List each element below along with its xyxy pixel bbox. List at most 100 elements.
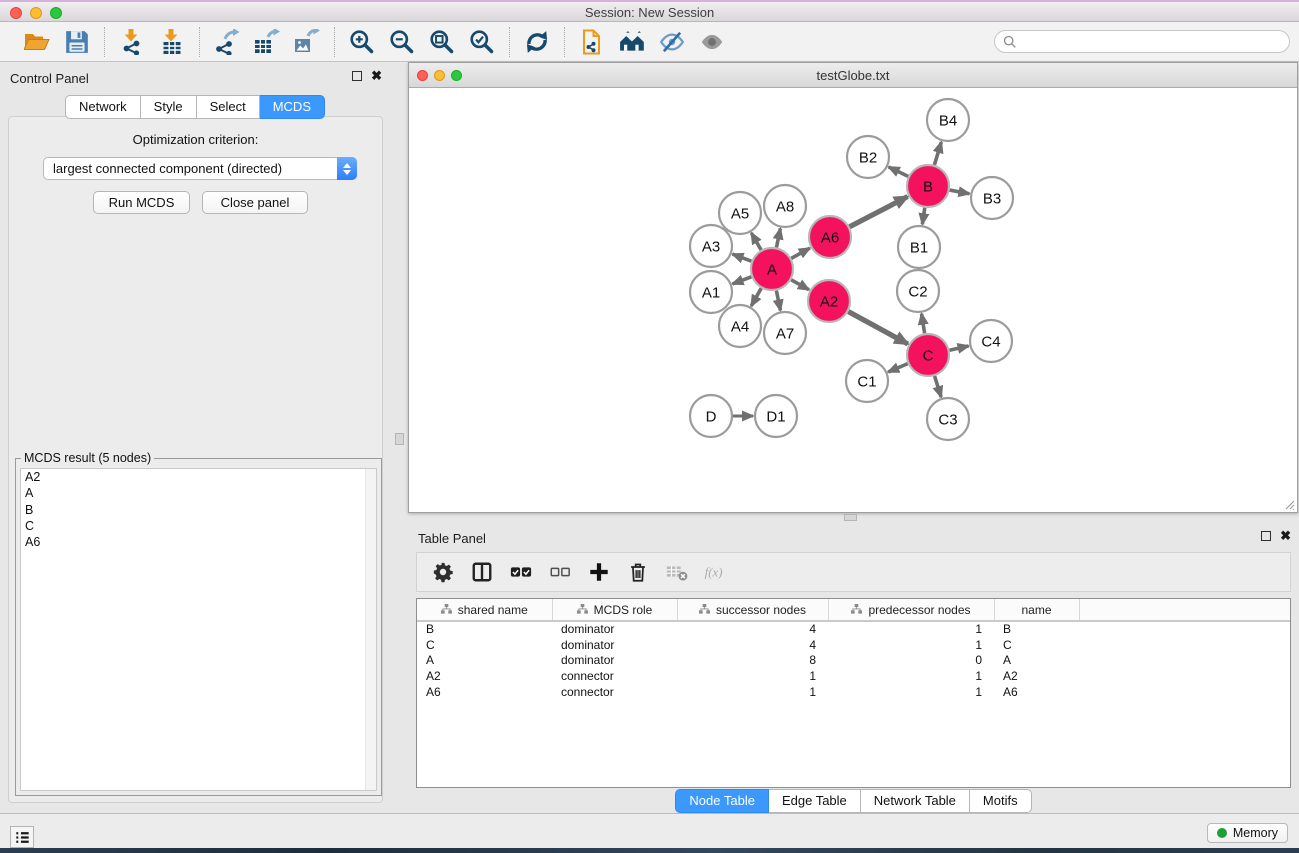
delete-column-icon[interactable]	[626, 561, 649, 584]
column-header-successor-nodes[interactable]: successor nodes	[677, 599, 828, 621]
resize-grip-icon[interactable]	[1283, 498, 1295, 510]
edge-A2-C[interactable]	[848, 312, 907, 344]
node-A1[interactable]: A1	[690, 271, 732, 313]
split-columns-icon[interactable]	[470, 561, 493, 584]
node-D[interactable]: D	[690, 395, 732, 437]
node-A2[interactable]: A2	[808, 280, 850, 322]
column-header-MCDS-role[interactable]: MCDS role	[552, 599, 677, 621]
node-C[interactable]: C	[907, 334, 949, 376]
node-A3[interactable]: A3	[690, 225, 732, 267]
node-B4[interactable]: B4	[927, 99, 969, 141]
edge-A-A7[interactable]	[776, 291, 780, 311]
memory-button[interactable]: Memory	[1207, 823, 1288, 843]
edge-A6-B[interactable]	[850, 197, 908, 227]
delete-table-icon[interactable]	[665, 561, 688, 584]
result-item[interactable]: A2	[21, 469, 376, 485]
scrollbar-track[interactable]	[365, 469, 376, 790]
column-header-predecessor-nodes[interactable]: predecessor nodes	[828, 599, 994, 621]
document-share-icon[interactable]	[577, 27, 607, 57]
import-table-icon[interactable]	[157, 27, 187, 57]
tab-style[interactable]: Style	[141, 95, 197, 119]
node-table[interactable]: shared nameMCDS rolesuccessor nodesprede…	[416, 598, 1291, 788]
edge-A-A8[interactable]	[776, 229, 780, 248]
tab-network[interactable]: Network	[65, 95, 141, 119]
save-icon[interactable]	[62, 27, 92, 57]
result-item[interactable]: A6	[21, 534, 376, 550]
close-table-panel-icon[interactable]: ✖	[1280, 531, 1291, 541]
edge-A-A5[interactable]	[751, 233, 761, 250]
import-network-icon[interactable]	[117, 27, 147, 57]
close-panel-icon[interactable]: ✖	[371, 71, 382, 81]
column-header-shared-name[interactable]: shared name	[417, 599, 552, 621]
mcds-result-list[interactable]: A2ABCA6	[20, 468, 377, 791]
edge-B-B1[interactable]	[922, 208, 924, 224]
edge-C-C3[interactable]	[935, 376, 942, 397]
edge-A-A4[interactable]	[751, 288, 761, 306]
tab-network-table[interactable]: Network Table	[861, 789, 970, 813]
open-folder-icon[interactable]	[22, 27, 52, 57]
tab-edge-table[interactable]: Edge Table	[769, 789, 861, 813]
zoom-out-icon[interactable]	[387, 27, 417, 57]
node-C1[interactable]: C1	[846, 360, 888, 402]
node-A5[interactable]: A5	[719, 192, 761, 234]
task-history-button[interactable]	[10, 826, 34, 848]
node-D1[interactable]: D1	[755, 395, 797, 437]
edge-A-A6[interactable]	[791, 248, 810, 258]
criterion-dropdown[interactable]: largest connected component (directed)	[43, 157, 357, 180]
edge-A-A2[interactable]	[791, 280, 809, 290]
edge-C-C4[interactable]	[949, 346, 968, 350]
export-image-icon[interactable]	[292, 27, 322, 57]
export-table-icon[interactable]	[252, 27, 282, 57]
zoom-fit-icon[interactable]	[427, 27, 457, 57]
node-A6[interactable]: A6	[809, 216, 851, 258]
gear-icon[interactable]	[431, 561, 454, 584]
close-panel-button[interactable]: Close panel	[202, 191, 308, 214]
export-network-icon[interactable]	[212, 27, 242, 57]
edge-A-A3[interactable]	[733, 254, 752, 261]
node-B3[interactable]: B3	[971, 177, 1013, 219]
node-B[interactable]: B	[907, 165, 949, 207]
table-row[interactable]: A2connector11A2	[417, 668, 1290, 684]
function-builder-icon[interactable]: f(x)	[704, 561, 727, 584]
float-panel-icon[interactable]	[352, 71, 362, 81]
node-A4[interactable]: A4	[719, 305, 761, 347]
search-input[interactable]	[1017, 33, 1289, 51]
node-A8[interactable]: A8	[764, 185, 806, 227]
run-mcds-button[interactable]: Run MCDS	[93, 191, 190, 214]
result-item[interactable]: C	[21, 518, 376, 534]
search-field[interactable]	[994, 30, 1290, 53]
edge-C-C1[interactable]	[888, 364, 908, 372]
eye-slash-icon[interactable]	[657, 27, 687, 57]
node-C3[interactable]: C3	[927, 398, 969, 440]
refresh-icon[interactable]	[522, 27, 552, 57]
edge-B-B4[interactable]	[934, 142, 941, 165]
network-canvas[interactable]: B4 B2 B B3 A5A8A6 B1 A3 A C2 A1 A2 A4A7 C C4 C1 C3 D D1	[409, 88, 1297, 512]
tab-select[interactable]: Select	[197, 95, 260, 119]
column-header-name[interactable]: name	[994, 599, 1079, 621]
node-B2[interactable]: B2	[847, 136, 889, 178]
node-B1[interactable]: B1	[898, 226, 940, 268]
node-C2[interactable]: C2	[897, 270, 939, 312]
edge-C-C2[interactable]	[922, 314, 925, 334]
clear-checks-icon[interactable]	[548, 561, 571, 584]
edge-B-B3[interactable]	[950, 190, 970, 194]
add-column-icon[interactable]	[587, 561, 610, 584]
select-all-checks-icon[interactable]	[509, 561, 532, 584]
houses-icon[interactable]	[617, 27, 647, 57]
node-A7[interactable]: A7	[764, 312, 806, 354]
zoom-selected-icon[interactable]	[467, 27, 497, 57]
edge-A-A1[interactable]	[733, 277, 752, 284]
tab-motifs[interactable]: Motifs	[970, 789, 1032, 813]
tab-mcds[interactable]: MCDS	[260, 95, 325, 119]
result-item[interactable]: B	[21, 502, 376, 518]
table-row[interactable]: Cdominator41C	[417, 637, 1290, 653]
vertical-splitter-handle[interactable]	[395, 433, 404, 445]
table-row[interactable]: A6connector11A6	[417, 684, 1290, 700]
result-item[interactable]: A	[21, 485, 376, 501]
horizontal-splitter-handle[interactable]	[844, 514, 857, 521]
zoom-in-icon[interactable]	[347, 27, 377, 57]
float-table-panel-icon[interactable]	[1261, 531, 1271, 541]
eye-icon[interactable]	[697, 27, 727, 57]
node-A[interactable]: A	[751, 248, 793, 290]
node-C4[interactable]: C4	[970, 320, 1012, 362]
